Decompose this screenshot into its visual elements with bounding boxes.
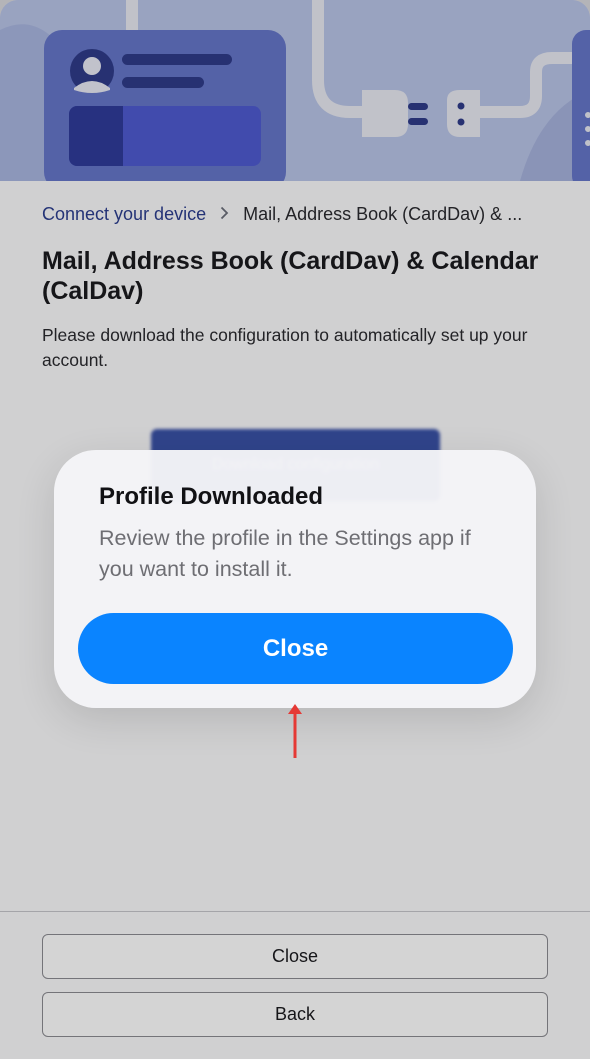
- alert-close-button[interactable]: Close: [78, 613, 513, 684]
- alert-message: Review the profile in the Settings app i…: [99, 526, 471, 581]
- profile-downloaded-alert: Profile Downloaded Review the profile in…: [54, 450, 536, 708]
- annotation-arrow-icon: [288, 704, 302, 758]
- alert-title: Profile Downloaded: [99, 483, 324, 510]
